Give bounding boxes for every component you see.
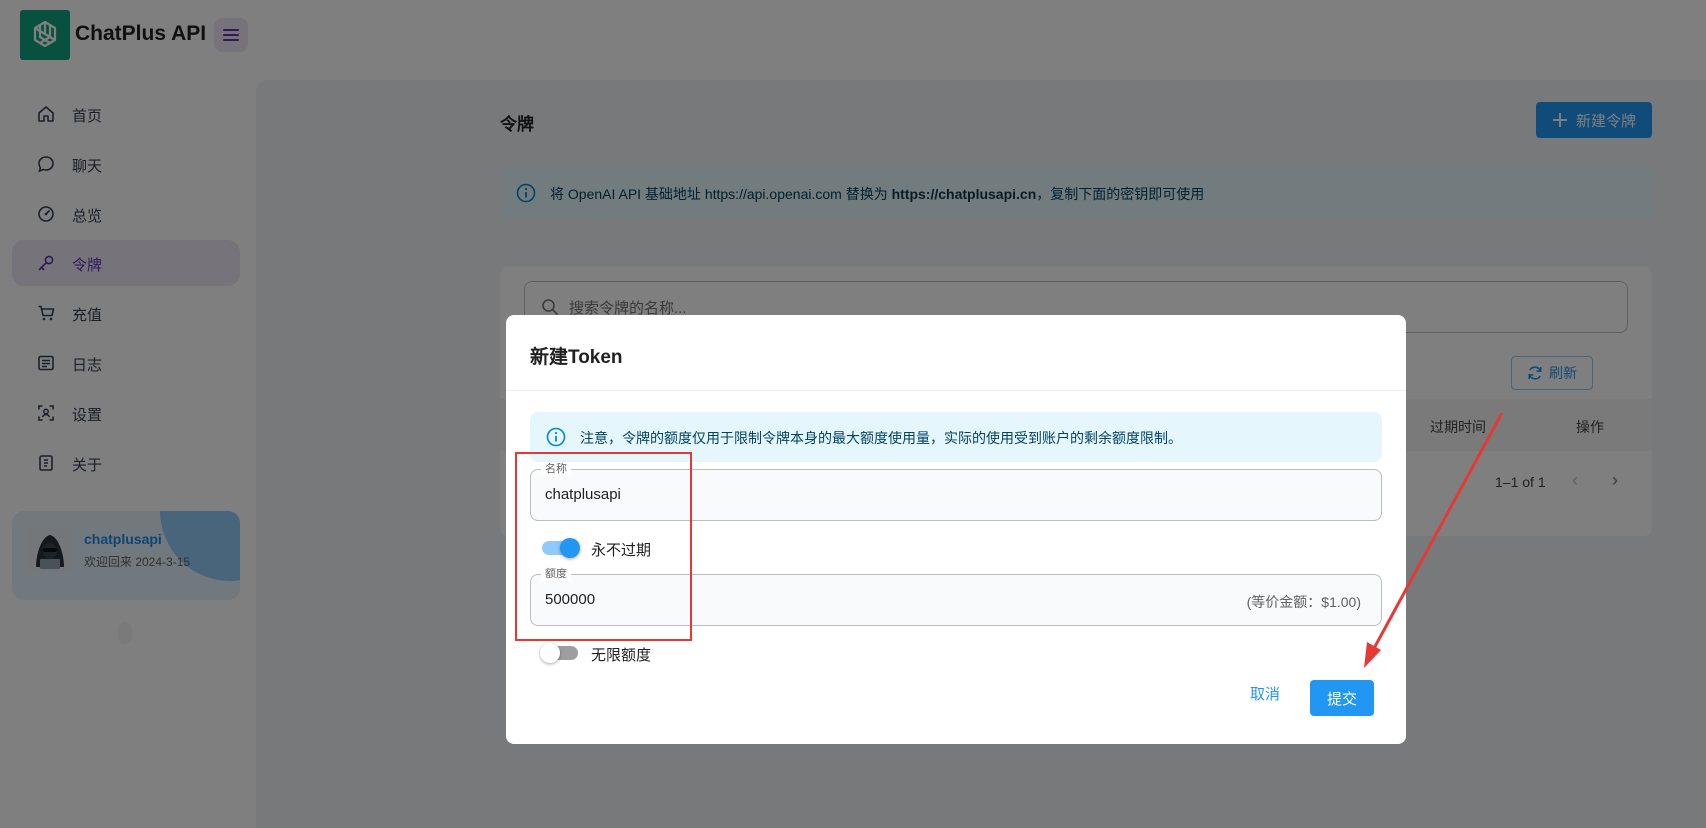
annotation-arrow [1364, 412, 1504, 668]
